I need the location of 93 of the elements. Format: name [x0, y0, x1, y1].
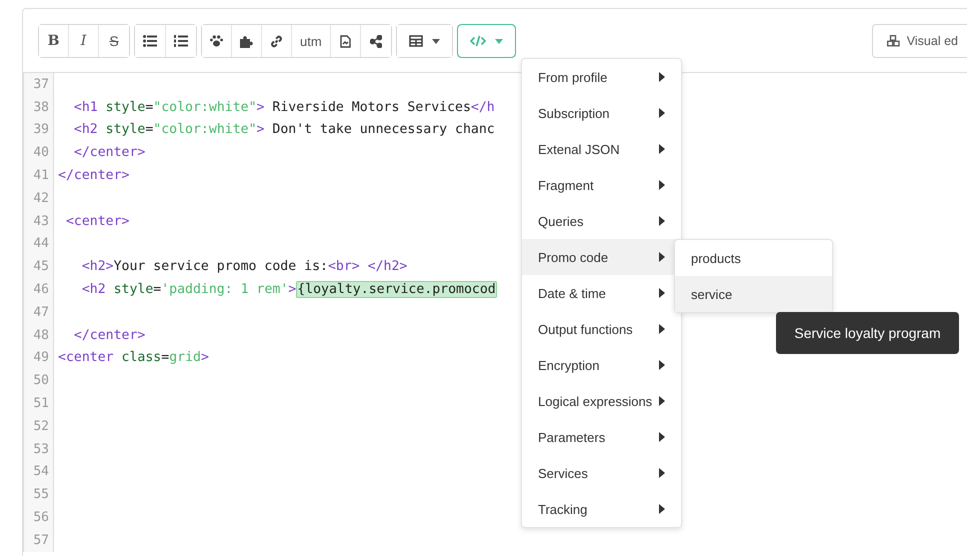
- submenu-arrow-icon: [659, 144, 665, 154]
- submenu-item[interactable]: service: [675, 276, 832, 312]
- code-text: =: [145, 100, 154, 115]
- submenu-arrow-icon: [659, 396, 665, 406]
- code-tag: <center>: [58, 214, 130, 229]
- code-tag: </h: [470, 100, 495, 115]
- submenu-arrow-icon: [659, 504, 665, 514]
- code-tag: >: [200, 350, 209, 366]
- bullets-button[interactable]: [135, 25, 166, 57]
- submenu-arrow-icon: [659, 468, 665, 478]
- line-number: 41: [24, 164, 54, 187]
- menu-item[interactable]: Tracking: [522, 491, 681, 527]
- menu-item[interactable]: Fragment: [522, 167, 681, 203]
- line-number: 42: [24, 186, 54, 210]
- code-tag: <br> </h2>: [328, 259, 408, 274]
- line-number: 37: [24, 73, 54, 96]
- share-icon: [370, 34, 382, 48]
- submenu-arrow-icon: [659, 432, 665, 442]
- menu-item[interactable]: Encryption: [522, 347, 681, 383]
- code-placeholder: {loyalty.service.promocod: [296, 281, 497, 298]
- link-icon: [270, 34, 283, 48]
- line-number: 44: [24, 232, 54, 256]
- submenu-arrow-icon: [659, 360, 665, 370]
- code-text: Riverside Motors Services: [271, 100, 471, 115]
- code-tag: <h2: [58, 282, 114, 298]
- table-icon: [408, 35, 423, 47]
- code-tag: </center>: [58, 168, 130, 184]
- menu-item[interactable]: From profile: [522, 59, 681, 95]
- code-text: =: [153, 282, 162, 298]
- file-icon: [340, 34, 351, 48]
- menu-item[interactable]: Subscription: [522, 95, 681, 131]
- code-string: "color:white": [153, 122, 257, 138]
- code-attribute: style: [106, 100, 146, 115]
- line-number: 51: [24, 392, 54, 415]
- numbered-list-icon: [174, 35, 188, 47]
- puzzle-icon: [240, 34, 253, 48]
- submenu-arrow-icon: [659, 180, 665, 190]
- line-number: 54: [24, 460, 54, 484]
- line-number: 52: [24, 414, 54, 438]
- line-number: 39: [24, 118, 54, 142]
- menu-item[interactable]: Parameters: [522, 419, 681, 455]
- submenu-arrow-icon: [659, 324, 665, 334]
- tooltip: Service loyalty program: [776, 312, 959, 354]
- submenu-arrow-icon: [659, 108, 665, 118]
- bullet-list-icon: [143, 35, 157, 47]
- paw-button[interactable]: [202, 25, 232, 57]
- menu-item[interactable]: Queries: [522, 203, 681, 239]
- code-tag: <center: [58, 350, 122, 366]
- code-string: 'padding: 1 rem': [161, 282, 288, 298]
- menu-item[interactable]: Logical expressions: [522, 383, 681, 419]
- code-tag: >: [288, 282, 296, 298]
- submenu-arrow-icon: [659, 288, 665, 298]
- table-button[interactable]: [396, 25, 452, 57]
- code-attribute: style: [114, 282, 154, 298]
- bold-button[interactable]: B: [39, 25, 69, 57]
- line-number: 40: [24, 141, 54, 164]
- code-text: Don't take unnecessary chanc: [271, 122, 495, 138]
- code-string: grid: [169, 350, 201, 366]
- submenu-arrow-icon: [659, 252, 665, 262]
- line-number: 57: [24, 528, 54, 552]
- menu-item[interactable]: Extenal JSON: [522, 131, 681, 167]
- line-number: 55: [24, 483, 54, 506]
- code-text: Your service promo code is:: [114, 259, 328, 274]
- menu-item[interactable]: Services: [522, 455, 681, 491]
- code-string: "color:white": [153, 100, 257, 115]
- line-number: 46: [24, 278, 54, 301]
- line-number: 56: [24, 506, 54, 529]
- menu-item[interactable]: Output functions: [522, 311, 681, 347]
- submenu-arrow-icon: [659, 216, 665, 226]
- line-number: 38: [24, 96, 54, 119]
- code-text: =: [161, 350, 170, 366]
- code-attribute: style: [106, 122, 146, 138]
- line-number: 45: [24, 255, 54, 278]
- code-icon: [470, 35, 486, 47]
- submenu-arrow-icon: [659, 72, 665, 82]
- line-number: 47: [24, 300, 54, 324]
- line-number: 53: [24, 438, 54, 461]
- code-tag: <h2>: [58, 259, 114, 274]
- code-tag: <h2: [58, 122, 106, 138]
- cubes-icon: [886, 35, 900, 47]
- code-tag: >: [256, 122, 264, 138]
- line-number: 50: [24, 369, 54, 392]
- code-tag: <h1: [58, 100, 106, 115]
- paw-icon: [210, 35, 223, 47]
- code-tag: >: [256, 100, 264, 115]
- code-tag: </center>: [58, 145, 146, 160]
- code-attribute: class: [122, 350, 162, 366]
- line-number: 49: [24, 346, 54, 370]
- code-tag: </center>: [58, 328, 146, 343]
- code-text: =: [145, 122, 154, 138]
- visual-editor-button[interactable]: Visual ed: [872, 24, 967, 58]
- line-number: 43: [24, 210, 54, 233]
- line-number: 48: [24, 324, 54, 347]
